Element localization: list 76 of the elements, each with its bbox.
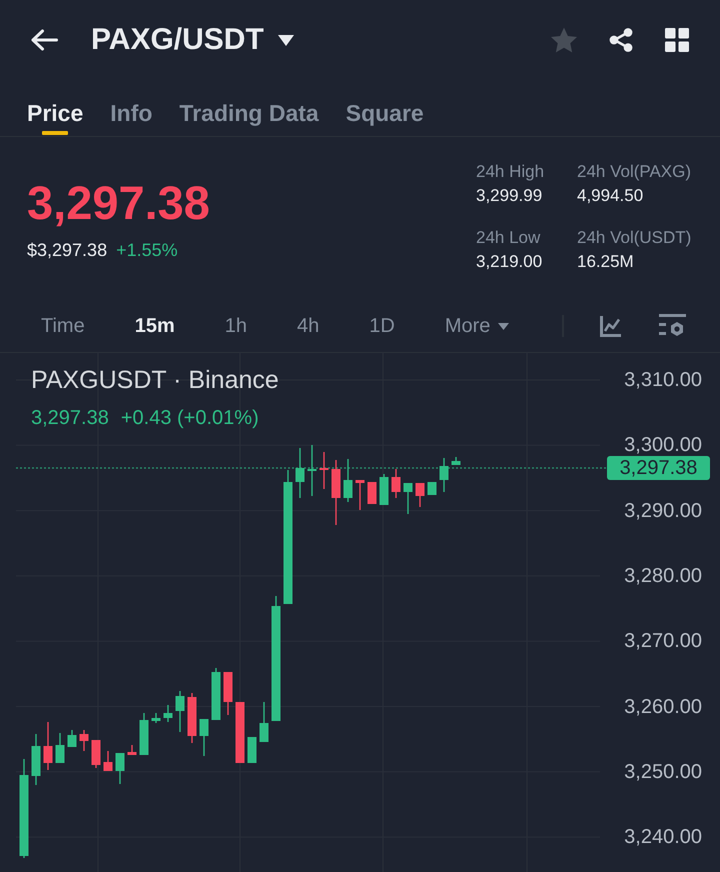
candlestick <box>380 474 388 505</box>
candlestick <box>296 448 304 498</box>
candlestick <box>224 672 232 715</box>
interval-tab[interactable]: Time <box>41 314 85 338</box>
legend-change: +0.43 (+0.01%) <box>120 406 259 430</box>
chart-icon[interactable] <box>600 316 621 336</box>
candlestick <box>356 480 364 510</box>
menu-button[interactable]: More <box>444 314 510 338</box>
candlestick <box>164 705 172 722</box>
last-price: 3,297.38 <box>27 177 211 229</box>
interval-tab[interactable]: 1h <box>224 314 247 338</box>
candlestick <box>368 482 376 504</box>
candlestick <box>404 483 412 514</box>
candlestick <box>116 753 124 784</box>
share-icon[interactable] <box>608 27 634 53</box>
interval-tab[interactable]: 15m <box>134 314 175 338</box>
tab[interactable]: Info <box>110 88 152 135</box>
candlestick <box>308 445 316 496</box>
candlestick <box>200 719 208 756</box>
stat-value: 3,219.00 <box>476 251 544 273</box>
candlestick <box>416 483 424 507</box>
candlestick <box>140 713 148 755</box>
axis-label: 3,290.00 <box>624 500 702 521</box>
legend-price: 3,297.38 <box>31 406 109 430</box>
candlestick <box>68 730 76 747</box>
pair-selector[interactable]: PAXG/USDT <box>91 22 294 58</box>
candlestick <box>452 457 460 465</box>
back-icon[interactable] <box>31 29 58 51</box>
stat-label: 24h Vol(PAXG) <box>577 161 692 183</box>
star-icon[interactable] <box>551 27 577 53</box>
settings-icon[interactable] <box>659 314 686 338</box>
axis-label: 3,310.00 <box>624 370 702 390</box>
grid-icon[interactable] <box>665 28 689 52</box>
axis-label: 3,240.00 <box>624 827 702 848</box>
candlestick <box>80 730 88 751</box>
interval-tab[interactable]: 1D <box>369 314 395 338</box>
price-change: +1.55% <box>116 239 178 262</box>
candlestick <box>428 482 436 495</box>
candlestick <box>260 702 268 742</box>
stat-value: 16.25M <box>577 251 635 273</box>
candlestick <box>440 458 448 492</box>
axis-label: 3,260.00 <box>624 696 702 716</box>
candlestick <box>32 734 40 785</box>
candlestick <box>92 740 100 768</box>
caret-icon <box>498 322 510 330</box>
candlestick <box>152 713 160 723</box>
stat-label: 24h Low <box>476 227 542 249</box>
candlestick <box>212 668 220 720</box>
candlestick <box>332 460 340 525</box>
stat-value: 3,299.99 <box>476 185 544 207</box>
candlestick <box>188 693 196 743</box>
tab[interactable]: Price <box>27 88 84 135</box>
candlestick <box>392 469 400 498</box>
candlestick <box>128 745 136 755</box>
stat-label: 24h High <box>476 161 546 183</box>
caret-icon <box>278 34 294 46</box>
candlestick <box>56 733 64 763</box>
candlestick <box>44 722 52 770</box>
axis-label: 3,300.00 <box>624 435 702 456</box>
axis-label: 3,280.00 <box>624 566 702 586</box>
candlestick <box>236 702 244 763</box>
axis-label: 3,250.00 <box>624 762 702 782</box>
usd-price: $3,297.38 <box>27 239 108 262</box>
interval-tab[interactable]: 4h <box>296 314 320 338</box>
axis-label: 3,270.00 <box>624 631 702 652</box>
candlestick <box>176 691 184 732</box>
candlestick <box>344 459 352 502</box>
candlestick <box>320 452 328 489</box>
candlestick <box>248 737 256 763</box>
price-tag: 3,297.38 <box>607 456 710 480</box>
tab[interactable]: Square <box>346 88 424 135</box>
tab[interactable]: Trading Data <box>179 88 319 135</box>
stat-value: 4,994.50 <box>577 185 644 207</box>
symbol-label: PAXGUSDT · Binance <box>31 365 279 395</box>
stat-label: 24h Vol(USDT) <box>577 227 692 249</box>
candlestick <box>104 751 112 771</box>
